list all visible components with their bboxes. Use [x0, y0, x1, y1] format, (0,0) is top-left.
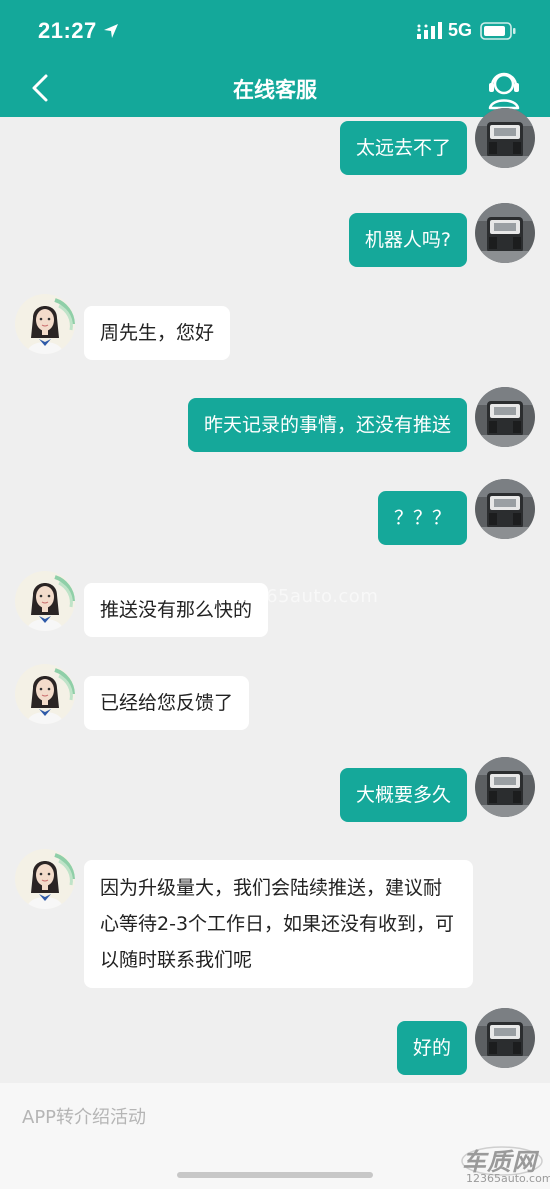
status-time: 21:27	[38, 18, 97, 43]
agent-avatar[interactable]	[15, 294, 75, 354]
user-message-bubble: 太远去不了	[339, 121, 467, 175]
agent-avatar[interactable]	[15, 664, 75, 724]
user-message-bubble: 大概要多久	[339, 768, 467, 822]
agent-message-bubble: 已经给您反馈了	[84, 676, 250, 730]
user-message-bubble: 机器人吗?	[348, 213, 467, 267]
app-referral-activity-link[interactable]: APP转介绍活动	[22, 1103, 146, 1129]
user-message-bubble: 昨天记录的事情，还没有推送	[187, 398, 467, 452]
battery-icon	[480, 22, 516, 40]
signal-icon	[417, 22, 442, 39]
user-message-bubble: 好的	[396, 1021, 467, 1075]
network-label: 5G	[448, 20, 473, 40]
agent-message-bubble: 周先生，您好	[84, 306, 231, 360]
user-avatar[interactable]	[475, 1008, 535, 1068]
user-avatar[interactable]	[475, 203, 535, 263]
agent-avatar[interactable]	[15, 849, 75, 909]
home-indicator[interactable]	[177, 1172, 373, 1178]
user-message-bubble: ？？？	[377, 491, 467, 545]
user-avatar[interactable]	[475, 757, 535, 817]
top-bar: 21:27 5G 在线客服	[0, 0, 550, 117]
user-avatar[interactable]	[475, 108, 535, 168]
customer-service-headset-icon[interactable]	[484, 68, 524, 110]
brand-url: 12365auto.com	[466, 1172, 550, 1185]
location-arrow-icon	[104, 24, 118, 38]
page-title: 在线客服	[233, 78, 317, 102]
watermark: www.12365auto.com	[180, 586, 379, 607]
user-avatar[interactable]	[475, 479, 535, 539]
agent-message-bubble: 因为升级量大，我们会陆续推送，建议耐心等待2-3个工作日，如果还没有收到，可以随…	[84, 860, 473, 988]
user-avatar[interactable]	[475, 387, 535, 447]
agent-avatar[interactable]	[15, 571, 75, 631]
